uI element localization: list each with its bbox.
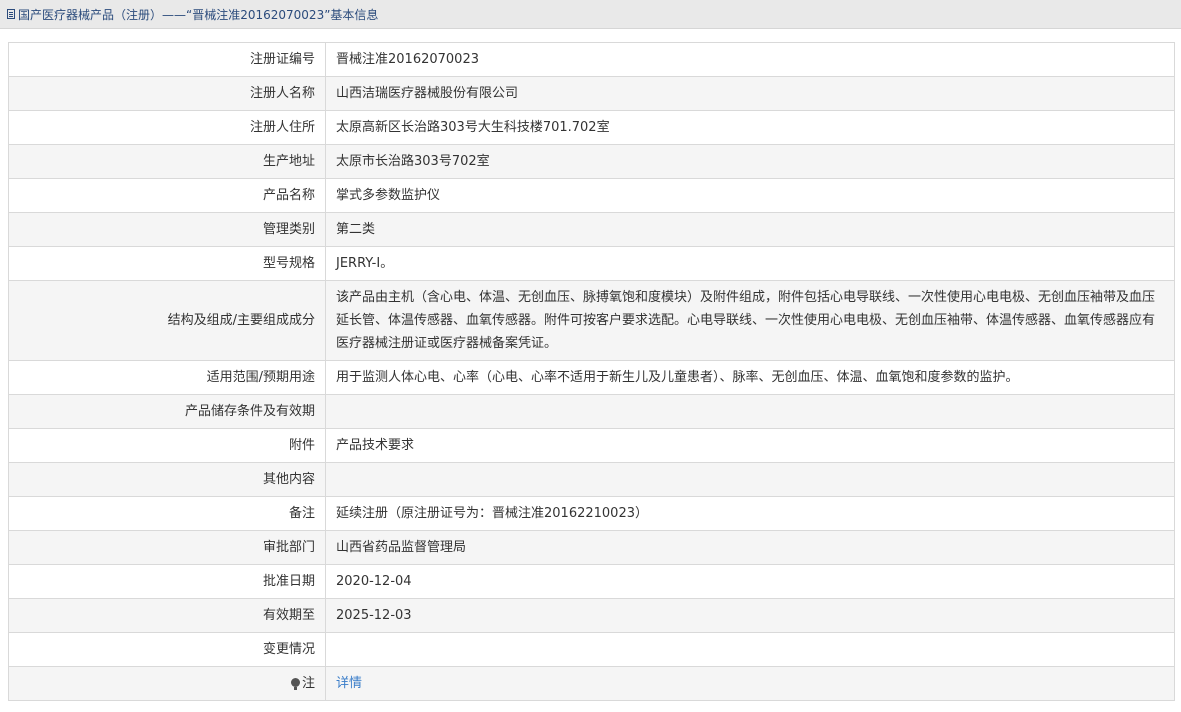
row-label: 其他内容 [8,462,326,497]
row-label: 变更情况 [8,632,326,667]
table-row-storage-conditions: 产品储存条件及有效期 [8,394,1175,429]
row-label: 适用范围/预期用途 [8,360,326,395]
row-value: 晋械注准20162070023 [325,42,1175,77]
row-label: 产品储存条件及有效期 [8,394,326,429]
table-row-registrant-name: 注册人名称 山西洁瑞医疗器械股份有限公司 [8,76,1175,111]
table-row-registrant-address: 注册人住所 太原高新区长治路303号大生科技楼701.702室 [8,110,1175,145]
table-row-remarks: 备注 延续注册（原注册证号为：晋械注准20162210023） [8,496,1175,531]
row-value: 延续注册（原注册证号为：晋械注准20162210023） [325,496,1175,531]
row-label: 管理类别 [8,212,326,247]
row-label: 备注 [8,496,326,531]
bulb-icon [290,678,300,690]
row-label: 附件 [8,428,326,463]
row-label: 注册人名称 [8,76,326,111]
page-header: 国产医疗器械产品（注册）——“晋械注准20162070023”基本信息 [0,0,1181,29]
details-link[interactable]: 详情 [336,676,362,691]
info-table: 注册证编号 晋械注准20162070023 注册人名称 山西洁瑞医疗器械股份有限… [8,42,1175,701]
row-value: 山西省药品监督管理局 [325,530,1175,565]
table-row-valid-until: 有效期至 2025-12-03 [8,598,1175,633]
table-row-structure-composition: 结构及组成/主要组成成分 该产品由主机（含心电、体温、无创血压、脉搏氧饱和度模块… [8,280,1175,361]
table-row-registration-number: 注册证编号 晋械注准20162070023 [8,42,1175,77]
row-value [325,462,1175,497]
table-row-other-content: 其他内容 [8,462,1175,497]
row-value: 山西洁瑞医疗器械股份有限公司 [325,76,1175,111]
row-value: 太原高新区长治路303号大生科技楼701.702室 [325,110,1175,145]
row-value: 该产品由主机（含心电、体温、无创血压、脉搏氧饱和度模块）及附件组成，附件包括心电… [325,280,1175,361]
row-value: 产品技术要求 [325,428,1175,463]
row-value: 2025-12-03 [325,598,1175,633]
row-label: 注册人住所 [8,110,326,145]
table-row-attachment: 附件 产品技术要求 [8,428,1175,463]
row-label: 注册证编号 [8,42,326,77]
note-label-cell: 注 [8,666,326,701]
row-label: 产品名称 [8,178,326,213]
row-value: 掌式多参数监护仪 [325,178,1175,213]
row-label: 结构及组成/主要组成成分 [8,280,326,361]
row-label: 型号规格 [8,246,326,281]
row-value: 太原市长治路303号702室 [325,144,1175,179]
row-value: 用于监测人体心电、心率（心电、心率不适用于新生儿及儿童患者）、脉率、无创血压、体… [325,360,1175,395]
table-row-approval-date: 批准日期 2020-12-04 [8,564,1175,599]
row-value [325,632,1175,667]
table-row-note: 注 详情 [8,666,1175,701]
document-icon [7,9,15,19]
table-row-management-category: 管理类别 第二类 [8,212,1175,247]
note-value-cell: 详情 [325,666,1175,701]
table-row-model-spec: 型号规格 JERRY-Ⅰ。 [8,246,1175,281]
note-label: 注 [301,676,315,691]
row-label: 批准日期 [8,564,326,599]
row-label: 有效期至 [8,598,326,633]
table-row-product-name: 产品名称 掌式多参数监护仪 [8,178,1175,213]
row-label: 生产地址 [8,144,326,179]
row-value: JERRY-Ⅰ。 [325,246,1175,281]
table-row-change-history: 变更情况 [8,632,1175,667]
table-row-intended-use: 适用范围/预期用途 用于监测人体心电、心率（心电、心率不适用于新生儿及儿童患者）… [8,360,1175,395]
table-row-approval-department: 审批部门 山西省药品监督管理局 [8,530,1175,565]
row-label: 审批部门 [8,530,326,565]
table-row-production-address: 生产地址 太原市长治路303号702室 [8,144,1175,179]
page-title: 国产医疗器械产品（注册）——“晋械注准20162070023”基本信息 [18,7,379,22]
row-value [325,394,1175,429]
row-value: 第二类 [325,212,1175,247]
row-value: 2020-12-04 [325,564,1175,599]
